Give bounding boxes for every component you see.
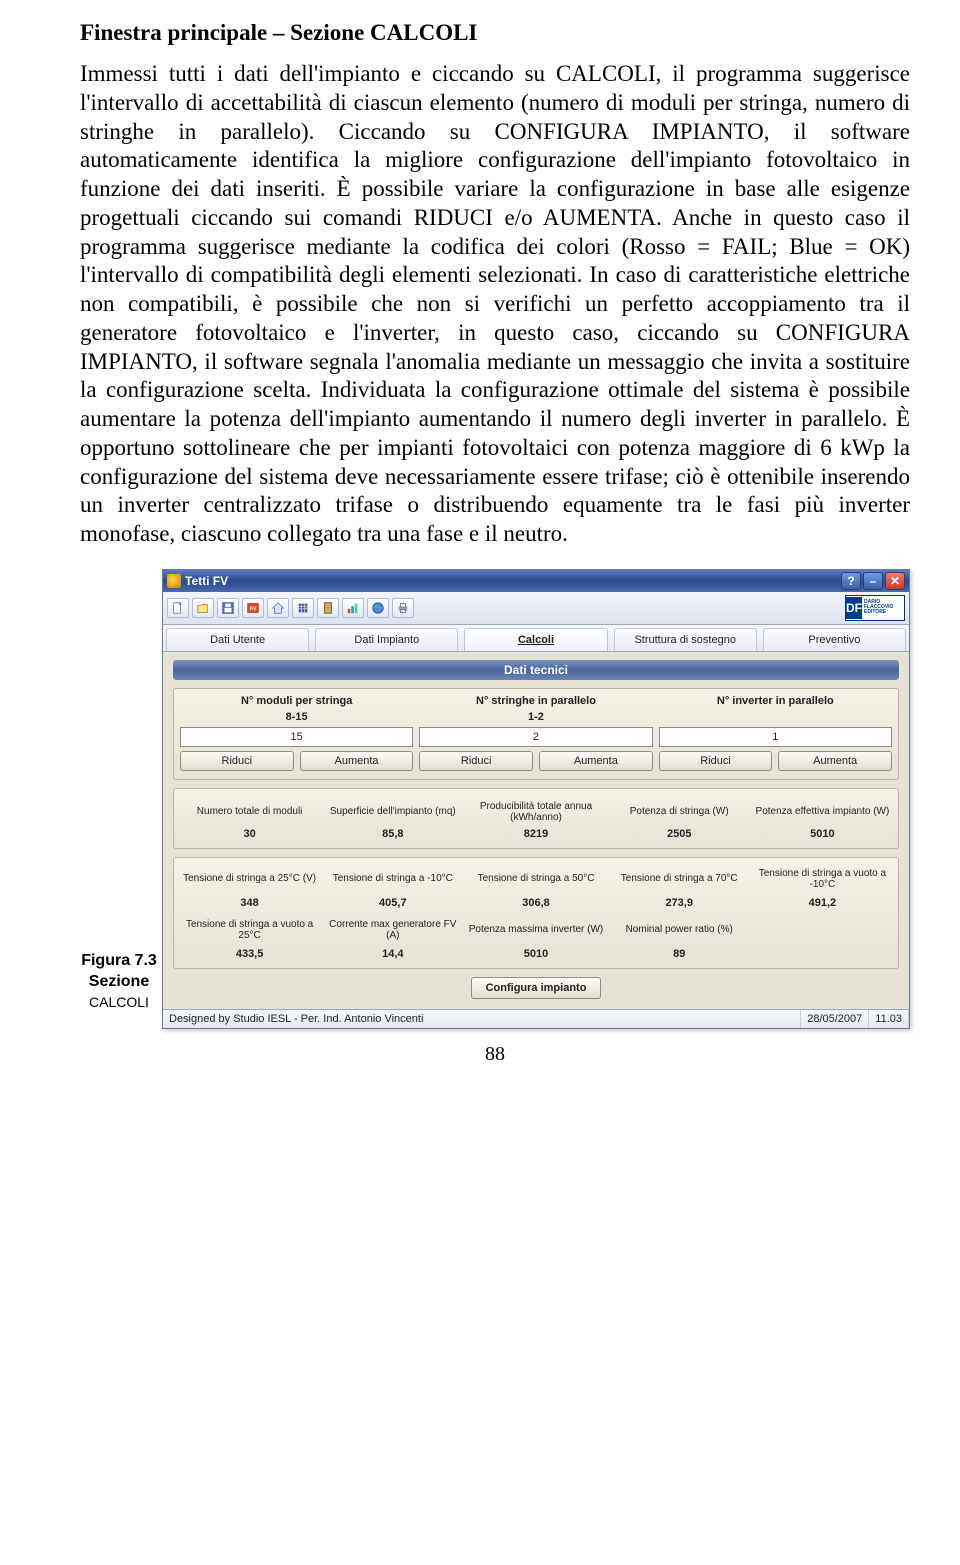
statusbar: Designed by Studio IESL - Per. Ind. Anto…: [163, 1009, 909, 1028]
riduci-inverter-button[interactable]: Riduci: [659, 751, 773, 771]
house-icon[interactable]: [267, 598, 289, 618]
titlebar: Tetti FV ? – ✕: [163, 570, 909, 592]
out2-v2: 306,8: [466, 897, 605, 909]
toolbar: FV DF DARIO FLACCOVIO EDITORE: [163, 592, 909, 625]
tab-struttura[interactable]: Struttura di sostegno: [614, 628, 757, 651]
body-paragraph: Immessi tutti i dati dell'impianto e cic…: [80, 60, 910, 549]
panel-icon[interactable]: [292, 598, 314, 618]
aumenta-inverter-button[interactable]: Aumenta: [778, 751, 892, 771]
riduci-moduli-button[interactable]: Riduci: [180, 751, 294, 771]
close-button[interactable]: ✕: [885, 572, 905, 590]
pv-icon[interactable]: FV: [242, 598, 264, 618]
print-icon[interactable]: [392, 598, 414, 618]
out1-h0: Numero totale di moduli: [180, 799, 319, 825]
globe-icon[interactable]: [367, 598, 389, 618]
out1-v4: 5010: [753, 828, 892, 840]
svg-text:FV: FV: [250, 606, 257, 612]
out3-h1: Corrente max generatore FV (A): [323, 915, 462, 945]
app-title: Tetti FV: [185, 574, 228, 588]
tab-calcoli[interactable]: Calcoli: [464, 628, 607, 651]
tab-dati-utente[interactable]: Dati Utente: [166, 628, 309, 651]
input-stringhe-parallelo[interactable]: 2: [419, 727, 652, 747]
riduci-stringhe-button[interactable]: Riduci: [419, 751, 533, 771]
out2-h1: Tensione di stringa a -10°C: [323, 864, 462, 894]
out2-v4: 491,2: [753, 897, 892, 909]
section-tabs: Dati Utente Dati Impianto Calcoli Strutt…: [163, 625, 909, 652]
out2-h2: Tensione di stringa a 50°C: [466, 864, 605, 894]
save-icon[interactable]: [217, 598, 239, 618]
caption-line-1: Figura 7.3: [80, 951, 158, 972]
out3-h0: Tensione di stringa a vuoto a 25°C: [180, 915, 319, 945]
help-button[interactable]: ?: [841, 572, 861, 590]
out1-v0: 30: [180, 828, 319, 840]
out3-h3: Nominal power ratio (%): [610, 915, 749, 945]
app-icon: [167, 574, 181, 588]
label-stringhe-parallelo: N° stringhe in parallelo: [476, 695, 596, 707]
new-file-icon[interactable]: [167, 598, 189, 618]
aumenta-stringhe-button[interactable]: Aumenta: [539, 751, 653, 771]
out1-v2: 8219: [466, 828, 605, 840]
status-time: 11.03: [869, 1010, 909, 1028]
out1-h2: Producibilità totale annua (kWh/anno): [466, 799, 605, 825]
range-inverter-parallelo: [774, 711, 777, 723]
range-stringhe-parallelo: 1-2: [528, 711, 544, 723]
out1-v1: 85,8: [323, 828, 462, 840]
out1-h1: Superficie dell'impianto (mq): [323, 799, 462, 825]
page-heading: Finestra principale – Sezione CALCOLI: [80, 20, 910, 46]
out2-h4: Tensione di stringa a vuoto a -10°C: [753, 864, 892, 894]
out1-h3: Potenza di stringa (W): [610, 799, 749, 825]
out2-v0: 348: [180, 897, 319, 909]
tab-preventivo[interactable]: Preventivo: [763, 628, 906, 651]
out2-h3: Tensione di stringa a 70°C: [610, 864, 749, 894]
inverter-icon[interactable]: [317, 598, 339, 618]
input-moduli-stringa[interactable]: 15: [180, 727, 413, 747]
figure-caption: Figura 7.3 Sezione CALCOLI: [80, 951, 158, 1029]
label-moduli-stringa: N° moduli per stringa: [241, 695, 352, 707]
status-designer: Designed by Studio IESL - Per. Ind. Anto…: [163, 1010, 801, 1028]
status-date: 28/05/2007: [801, 1010, 869, 1028]
publisher-logo: DF DARIO FLACCOVIO EDITORE: [845, 595, 905, 621]
open-file-icon[interactable]: [192, 598, 214, 618]
out2-v3: 273,9: [610, 897, 749, 909]
range-moduli-stringa: 8-15: [286, 711, 308, 723]
caption-line-2: Sezione: [80, 972, 158, 993]
minimize-button[interactable]: –: [863, 572, 883, 590]
configura-impianto-button[interactable]: Configura impianto: [471, 977, 602, 999]
panel-banner: Dati tecnici: [173, 660, 899, 680]
chart-icon[interactable]: [342, 598, 364, 618]
out1-v3: 2505: [610, 828, 749, 840]
input-inverter-parallelo[interactable]: 1: [659, 727, 892, 747]
out3-h2: Potenza massima inverter (W): [466, 915, 605, 945]
out3-v0: 433,5: [180, 948, 319, 960]
page-number: 88: [80, 1043, 910, 1066]
out3-v2: 5010: [466, 948, 605, 960]
label-inverter-parallelo: N° inverter in parallelo: [717, 695, 834, 707]
out3-v1: 14,4: [323, 948, 462, 960]
app-window: Tetti FV ? – ✕ FV: [162, 569, 910, 1029]
out2-v1: 405,7: [323, 897, 462, 909]
caption-line-3: CALCOLI: [80, 993, 158, 1011]
tab-dati-impianto[interactable]: Dati Impianto: [315, 628, 458, 651]
out3-v3: 89: [610, 948, 749, 960]
out2-h0: Tensione di stringa a 25°C (V): [180, 864, 319, 894]
aumenta-moduli-button[interactable]: Aumenta: [300, 751, 414, 771]
out1-h4: Potenza effettiva impianto (W): [753, 799, 892, 825]
